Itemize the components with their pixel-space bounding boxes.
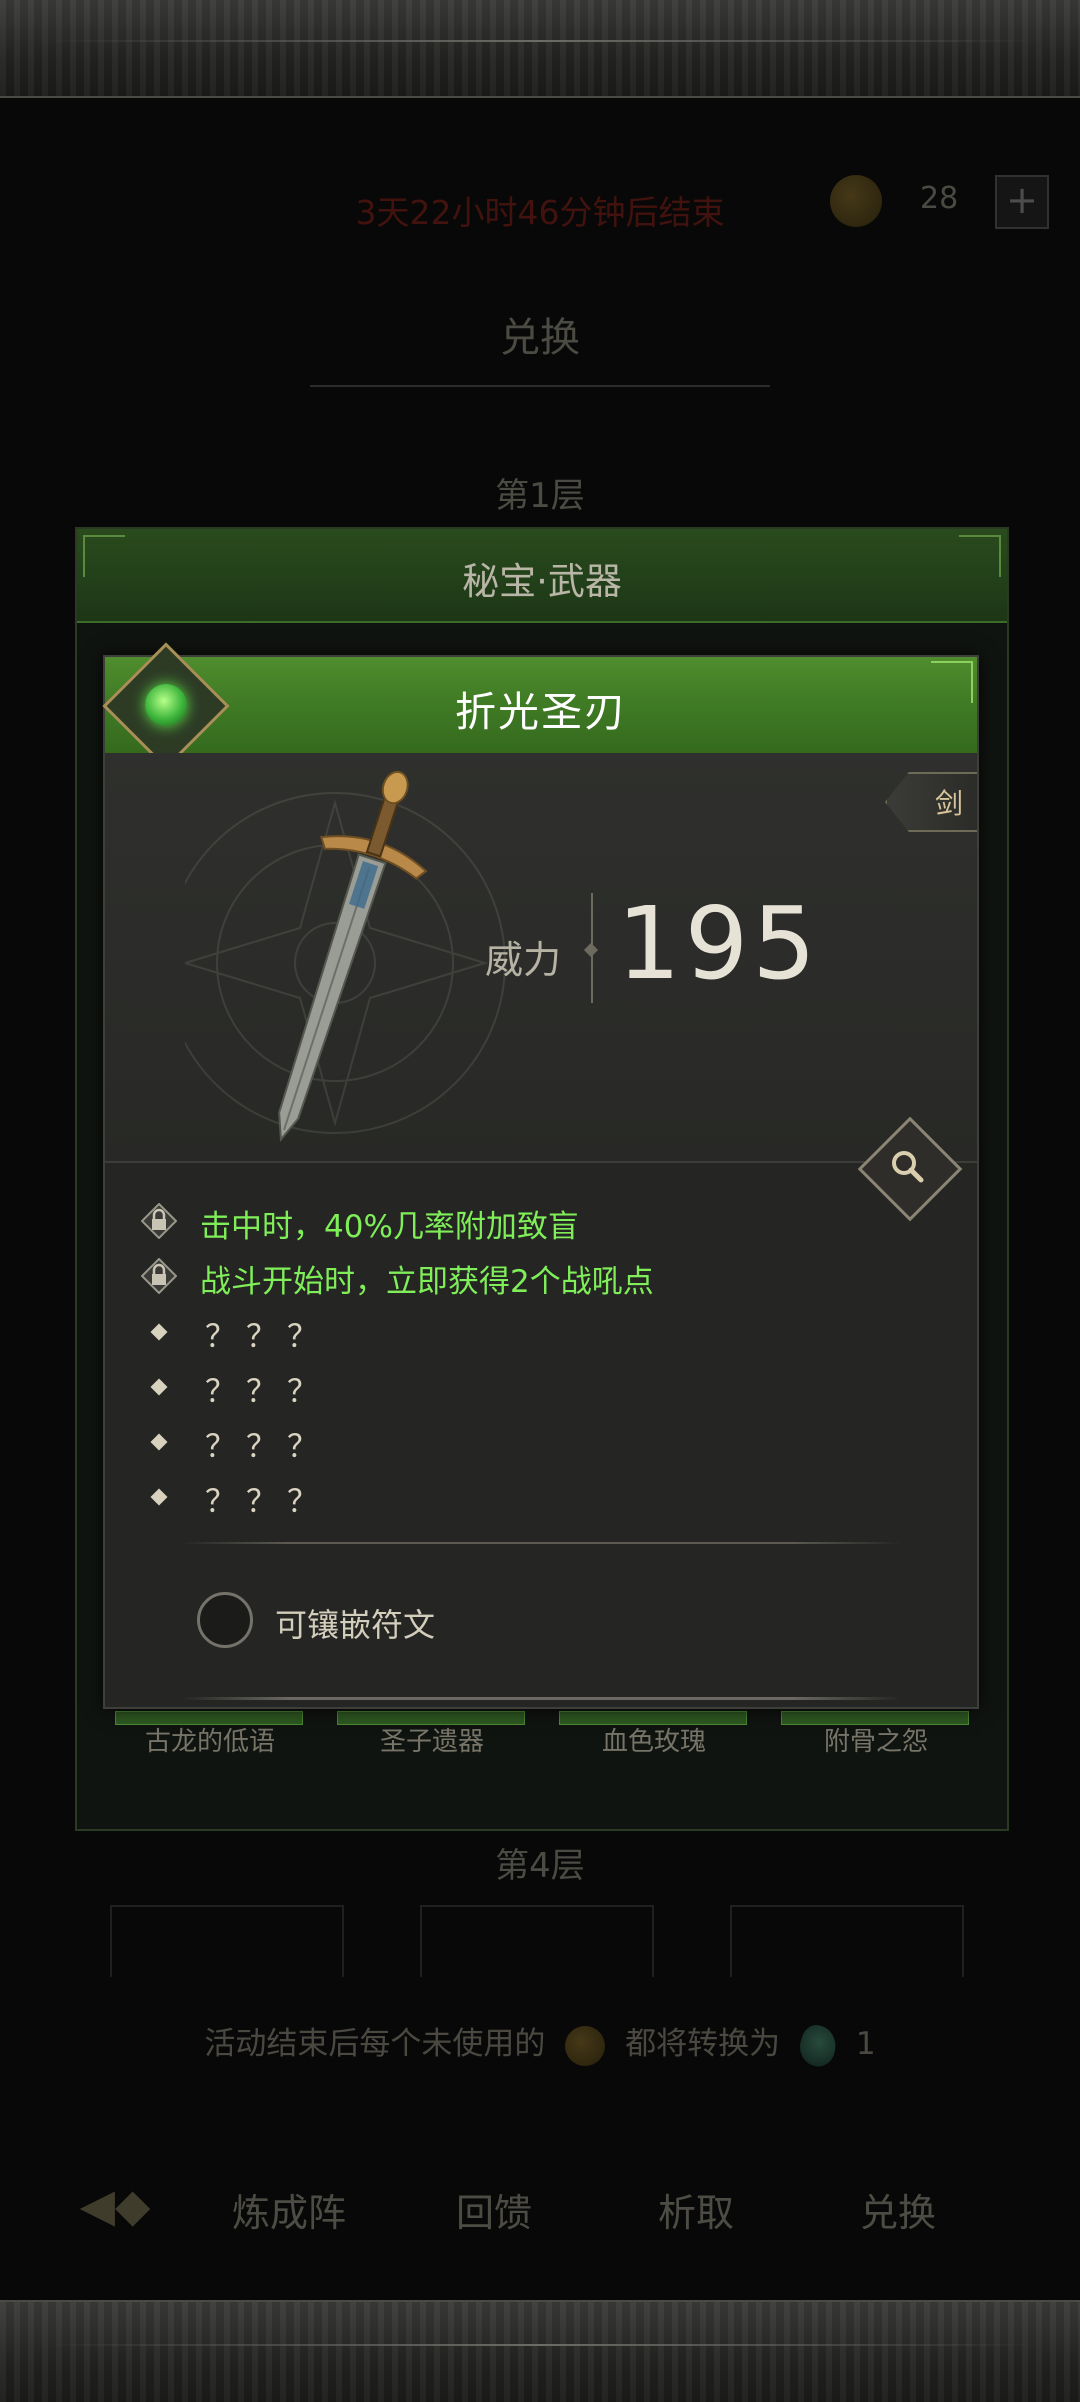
panel-title: 秘宝·武器: [462, 560, 622, 603]
exchange-title: 兑换: [500, 315, 580, 361]
effect-row: 击中时，40%几率附加致盲: [141, 1197, 941, 1247]
add-currency-button[interactable]: +: [995, 175, 1049, 229]
rune-socket-label: 可镶嵌符文: [275, 1606, 436, 1644]
note-text-before: 活动结束后每个未使用的: [204, 2026, 546, 2062]
magnifier-icon[interactable]: [887, 1146, 927, 1186]
effect-text-hidden: ？？？: [205, 1484, 328, 1520]
bottom-ornament-bar: [0, 2300, 1080, 2402]
effect-row-locked: ？？？: [141, 1307, 941, 1357]
reward-slot[interactable]: [420, 1905, 654, 1977]
power-value: 195: [617, 885, 820, 1002]
divider-dot: [583, 942, 599, 958]
diamond-bullet-icon: [150, 1433, 168, 1451]
coin-icon: [830, 175, 882, 227]
item-label: 圣子遗器: [379, 1727, 484, 1757]
diamond-bullet-icon: [150, 1323, 168, 1341]
layer-1-label: 第1层: [495, 476, 585, 516]
divider: [310, 385, 770, 387]
currency-count: 28: [920, 181, 959, 216]
conversion-note: 活动结束后每个未使用的 都将转换为 1: [0, 2018, 1080, 2071]
layer-4-slots: [110, 1905, 970, 1977]
top-ornament-bar: [0, 0, 1080, 98]
reward-slot[interactable]: [110, 1905, 344, 1977]
rune-socket-icon: [197, 1592, 253, 1648]
diamond-bullet-icon: [150, 1488, 168, 1506]
effect-row-locked: ？？？: [141, 1472, 941, 1522]
effect-text: 击中时，40%几率附加致盲: [200, 1209, 579, 1245]
tab-alchemy[interactable]: 炼成阵: [232, 2182, 346, 2237]
divider: [181, 1542, 901, 1544]
item-label: 附骨之怨: [823, 1727, 928, 1757]
sword-image: [185, 770, 506, 1142]
tab-feedback[interactable]: 回馈: [456, 2182, 532, 2237]
currency-display: 28 +: [830, 175, 1049, 229]
item-name: 折光圣刃: [455, 688, 627, 736]
note-count: 1: [855, 2026, 876, 2062]
effect-text-hidden: ？？？: [205, 1374, 328, 1410]
reward-slot[interactable]: [730, 1905, 964, 1977]
weapon-type-tag: 剑: [885, 772, 977, 832]
lock-icon: [141, 1258, 177, 1294]
coin-icon: [565, 2025, 606, 2066]
effect-text-hidden: ？？？: [205, 1429, 328, 1465]
item-hero: 剑 威力 195: [105, 753, 977, 1163]
divider: [181, 1697, 901, 1700]
lock-icon: [141, 1203, 177, 1239]
layer-4-label: 第4层: [495, 1846, 585, 1886]
note-text-after: 都将转换为: [625, 2026, 781, 2062]
effect-row: 战斗开始时，立即获得2个战吼点: [141, 1252, 941, 1302]
item-detail-card: 折光圣刃 剑 威力 195 击中时，40%几率附加致盲 战斗开始时，立即获得2个…: [102, 642, 979, 1709]
panel-header: 秘宝·武器: [77, 529, 1007, 623]
diamond-bullet-icon: [150, 1378, 168, 1396]
tab-exchange[interactable]: 兑换: [860, 2182, 936, 2237]
item-header: 折光圣刃: [102, 642, 977, 770]
effect-row-locked: ？？？: [141, 1362, 941, 1412]
effect-row-locked: ？？？: [141, 1417, 941, 1467]
effect-text: 战斗开始时，立即获得2个战吼点: [200, 1264, 654, 1300]
power-label: 威力: [485, 938, 562, 982]
bottom-nav: ◀◆ 炼成阵 回馈 析取 兑换: [0, 2160, 1080, 2250]
item-label: 古龙的低语: [144, 1727, 275, 1757]
effect-text-hidden: ？？？: [205, 1319, 328, 1355]
item-labels: 古龙的低语 圣子遗器 血色玫瑰 附骨之怨: [117, 1721, 987, 1781]
item-label: 血色玫瑰: [601, 1727, 706, 1757]
back-button[interactable]: ◀◆: [55, 2170, 175, 2240]
gem-icon: [794, 2020, 842, 2071]
tab-extract[interactable]: 析取: [658, 2182, 734, 2237]
weapon-type: 剑: [934, 787, 963, 820]
